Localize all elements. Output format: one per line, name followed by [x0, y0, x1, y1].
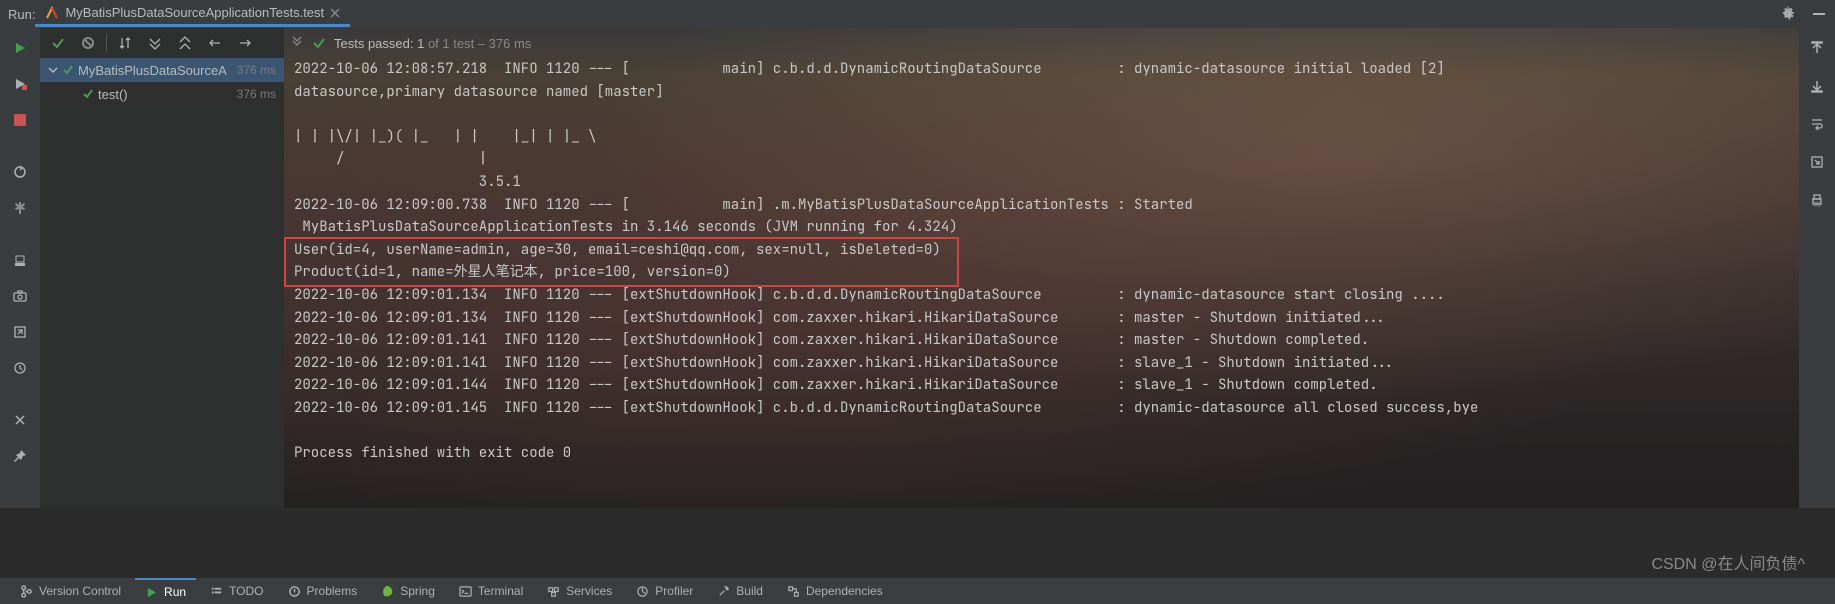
run-panel-body: MyBatisPlusDataSourceA 376 ms test() 376…: [0, 28, 1835, 508]
check-icon: [312, 36, 326, 50]
panel-label: Run:: [8, 7, 35, 22]
tab-build[interactable]: Build: [707, 578, 773, 604]
console-column: Tests passed: 1 of 1 test – 376 ms 2022-…: [284, 28, 1799, 508]
console-toolbar: Tests passed: 1 of 1 test – 376 ms: [284, 28, 1799, 58]
junit-icon: [45, 6, 59, 20]
watermark-text: CSDN @在人间负债^: [1651, 550, 1805, 574]
tab-label: Spring: [400, 584, 435, 598]
pin-button[interactable]: [6, 442, 34, 470]
scroll-up-button[interactable]: [1803, 34, 1831, 62]
expand-all-button[interactable]: [143, 31, 167, 55]
dump-button[interactable]: [6, 246, 34, 274]
tab-label: Dependencies: [806, 584, 883, 598]
tests-passed-count: Tests passed: 1: [334, 36, 424, 51]
settings-button[interactable]: [6, 194, 34, 222]
show-ignored-button[interactable]: [76, 31, 100, 55]
close-icon[interactable]: [330, 8, 340, 18]
tree-child-time: 376 ms: [237, 87, 276, 101]
export-button[interactable]: [6, 318, 34, 346]
check-icon: [62, 64, 74, 76]
tree-root-time: 376 ms: [237, 63, 276, 77]
show-passed-button[interactable]: [46, 31, 70, 55]
soft-wrap-button[interactable]: [1803, 110, 1831, 138]
tab-run[interactable]: Run: [135, 578, 196, 604]
console-output[interactable]: 2022-10-06 12:08:57.218 INFO 1120 --- [ …: [284, 58, 1799, 465]
tab-label: Terminal: [478, 584, 523, 598]
tab-spring[interactable]: Spring: [371, 578, 445, 604]
test-toolbar: [40, 28, 284, 58]
close-panel-button[interactable]: [6, 406, 34, 434]
tab-label: Version Control: [39, 584, 121, 598]
run-config-tab[interactable]: MyBatisPlusDataSourceApplicationTests.te…: [35, 1, 350, 27]
tests-passed-suffix: of 1 test – 376 ms: [424, 36, 531, 51]
tab-services[interactable]: Services: [537, 578, 622, 604]
chevron-down-icon: [48, 65, 58, 75]
scroll-down-button[interactable]: [1803, 72, 1831, 100]
tree-child-label: test(): [98, 87, 128, 102]
tree-root-label: MyBatisPlusDataSourceA: [78, 63, 227, 78]
tab-label: Problems: [307, 584, 358, 598]
bottom-tool-bar: Version Control Run TODO Problems Spring…: [0, 578, 1835, 604]
screenshot-button[interactable]: [6, 282, 34, 310]
minimize-icon[interactable]: [1811, 6, 1827, 22]
run-header-bar: Run: MyBatisPlusDataSourceApplicationTes…: [0, 0, 1835, 28]
tab-label: Profiler: [655, 584, 693, 598]
left-action-gutter: [0, 28, 40, 508]
sort-button[interactable]: [113, 31, 137, 55]
collapse-all-button[interactable]: [173, 31, 197, 55]
rerun-failed-button[interactable]: [6, 70, 34, 98]
scroll-to-end-button[interactable]: [1803, 148, 1831, 176]
right-action-gutter: [1799, 28, 1835, 508]
tab-version-control[interactable]: Version Control: [10, 578, 131, 604]
test-tree-column: MyBatisPlusDataSourceA 376 ms test() 376…: [40, 28, 284, 508]
tree-child-row[interactable]: test() 376 ms: [40, 82, 284, 106]
print-button[interactable]: [1803, 186, 1831, 214]
tree-root-row[interactable]: MyBatisPlusDataSourceA 376 ms: [40, 58, 284, 82]
tab-label: Run: [164, 585, 186, 599]
tab-dependencies[interactable]: Dependencies: [777, 578, 893, 604]
tab-title: MyBatisPlusDataSourceApplicationTests.te…: [65, 5, 324, 20]
check-icon: [82, 88, 94, 100]
tab-profiler[interactable]: Profiler: [626, 578, 703, 604]
test-tree[interactable]: MyBatisPlusDataSourceA 376 ms test() 376…: [40, 58, 284, 106]
rerun-button[interactable]: [6, 34, 34, 62]
tab-label: Services: [566, 584, 612, 598]
tab-label: Build: [736, 584, 763, 598]
tab-todo[interactable]: TODO: [200, 578, 273, 604]
tab-terminal[interactable]: Terminal: [449, 578, 533, 604]
gear-icon[interactable]: [1779, 6, 1795, 22]
history-button[interactable]: [6, 354, 34, 382]
stop-button[interactable]: [6, 106, 34, 134]
tab-label: TODO: [229, 584, 263, 598]
toggle-auto-test-button[interactable]: [6, 158, 34, 186]
next-button[interactable]: [233, 31, 257, 55]
prev-button[interactable]: [203, 31, 227, 55]
more-icon[interactable]: [290, 36, 304, 50]
tab-problems[interactable]: Problems: [278, 578, 368, 604]
